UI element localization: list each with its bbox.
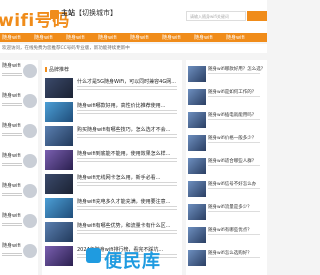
- side-article[interactable]: 随身wifi流量是多少？: [188, 202, 267, 224]
- station-icon: [50, 10, 59, 19]
- side-thumbnail[interactable]: [188, 181, 206, 197]
- article-title[interactable]: 随身wifi到底能不能用，使用效果怎么样...: [77, 150, 181, 157]
- side-title[interactable]: 随身wifi价格一般多少？: [208, 135, 266, 141]
- item-title: 随身wifi: [2, 93, 21, 99]
- article-title[interactable]: 什么才是5G随身WiFi，可以同时兼容4G网...: [77, 78, 181, 85]
- side-title[interactable]: 随身wifi插电就能用吗？: [208, 112, 266, 118]
- list-item[interactable]: 随身wifi: [2, 212, 37, 240]
- nav-item[interactable]: 随身wifi: [98, 34, 117, 41]
- main-nav: 随身wifi 随身wifi 随身wifi 随身wifi 随身wifi 随身wif…: [0, 33, 267, 42]
- search-button[interactable]: [247, 11, 267, 21]
- list-item[interactable]: 随身wifi: [2, 92, 37, 120]
- right-sidebar: 随身wifi哪款好用？怎么选？ 随身wifi是如何工作的？ 随身wifi插电就能…: [186, 60, 267, 275]
- article-item[interactable]: 随身wifi充电多久才能充满，使用要注意...: [45, 198, 181, 222]
- side-thumbnail[interactable]: [188, 204, 206, 220]
- left-sidebar: 随身wifi 随身wifi 随身wifi 随身wifi 随身wifi 随身wif…: [0, 60, 38, 275]
- nav-item[interactable]: 随身wifi: [162, 34, 181, 41]
- list-item[interactable]: 随身wifi: [2, 152, 37, 180]
- nav-item[interactable]: 随身wifi: [130, 34, 149, 41]
- nav-item[interactable]: 随身wifi: [34, 34, 53, 41]
- article-thumbnail[interactable]: [45, 246, 73, 266]
- avatar: [23, 124, 37, 138]
- item-title: 随身wifi: [2, 213, 21, 219]
- side-title[interactable]: 随身wifi信号不好怎么办: [208, 181, 266, 187]
- section-title: 品牌推荐: [45, 66, 69, 73]
- item-title: 随身wifi: [2, 153, 21, 159]
- item-title: 随身wifi: [2, 123, 21, 129]
- item-title: 随身wifi: [2, 243, 21, 249]
- station-label: 主站: [61, 9, 75, 17]
- article-thumbnail[interactable]: [45, 150, 73, 170]
- article-title[interactable]: 随身wifi有哪些优势，和流量卡有什么区...: [77, 222, 181, 229]
- article-thumbnail[interactable]: [45, 78, 73, 98]
- article-title[interactable]: 随身wifi哪款好用，高性价比推荐使用...: [77, 102, 181, 109]
- article-list: 品牌推荐 什么才是5G随身WiFi，可以同时兼容4G网... 随身wifi哪款好…: [42, 60, 182, 275]
- list-item[interactable]: 随身wifi: [2, 242, 37, 270]
- article-thumbnail[interactable]: [45, 126, 73, 146]
- side-article[interactable]: 随身wifi是如何工作的？: [188, 87, 267, 109]
- side-title[interactable]: 随身wifi怎么选购好？: [208, 250, 266, 256]
- item-title: 随身wifi: [2, 63, 21, 69]
- side-thumbnail[interactable]: [188, 66, 206, 82]
- side-thumbnail[interactable]: [188, 158, 206, 174]
- article-item[interactable]: 随身wifi有哪些优势，和流量卡有什么区...: [45, 222, 181, 246]
- side-title[interactable]: 随身wifi有哪些优点？: [208, 227, 266, 233]
- nav-item[interactable]: 随身wifi: [66, 34, 85, 41]
- article-item[interactable]: 随身wifi无线网卡怎么用，新手必看...: [45, 174, 181, 198]
- article-item[interactable]: 购买随身wifi有哪些技巧，怎么选才不会...: [45, 126, 181, 150]
- side-title[interactable]: 随身wifi是如何工作的？: [208, 89, 266, 95]
- search-input[interactable]: 请输入随身wifi关键词: [186, 11, 246, 21]
- site-logo[interactable]: wifi号码: [0, 6, 70, 31]
- avatar: [23, 154, 37, 168]
- watermark-icon: [86, 248, 101, 263]
- side-article[interactable]: 随身wifi怎么选购好？: [188, 248, 267, 270]
- side-thumbnail[interactable]: [188, 89, 206, 105]
- list-item[interactable]: 随身wifi: [2, 182, 37, 210]
- side-article[interactable]: 随身wifi价格一般多少？: [188, 133, 267, 155]
- article-item[interactable]: 随身wifi到底能不能用，使用效果怎么样...: [45, 150, 181, 174]
- item-title: 随身wifi: [2, 183, 21, 189]
- avatar: [23, 64, 37, 78]
- article-title[interactable]: 随身wifi无线网卡怎么用，新手必看...: [77, 174, 181, 181]
- nav-item[interactable]: 随身wifi: [226, 34, 245, 41]
- avatar: [23, 214, 37, 228]
- article-title[interactable]: 购买随身wifi有哪些技巧，怎么选才不会...: [77, 126, 181, 133]
- switch-city-link[interactable]: 【切换城市】: [75, 9, 117, 17]
- article-item[interactable]: 什么才是5G随身WiFi，可以同时兼容4G网...: [45, 78, 181, 102]
- city-switch[interactable]: 主站【切换城市】: [61, 8, 117, 18]
- side-thumbnail[interactable]: [188, 135, 206, 151]
- article-thumbnail[interactable]: [45, 198, 73, 218]
- side-article[interactable]: 随身wifi哪款好用？怎么选？: [188, 64, 267, 86]
- side-thumbnail[interactable]: [188, 250, 206, 266]
- side-title[interactable]: 随身wifi适合哪些人群？: [208, 158, 266, 164]
- avatar: [23, 184, 37, 198]
- avatar: [23, 94, 37, 108]
- list-item[interactable]: 随身wifi: [2, 62, 37, 90]
- article-item[interactable]: 随身wifi哪款好用，高性价比推荐使用...: [45, 102, 181, 126]
- notice-bar: 欢迎访问，在线免费为您推荐CC号码专业版，新功能持续更新中: [0, 44, 267, 53]
- article-thumbnail[interactable]: [45, 102, 73, 122]
- side-article[interactable]: 随身wifi插电就能用吗？: [188, 110, 267, 132]
- list-item[interactable]: 随身wifi: [2, 122, 37, 150]
- article-thumbnail[interactable]: [45, 174, 73, 194]
- side-title[interactable]: 随身wifi哪款好用？怎么选？: [208, 66, 266, 72]
- side-title[interactable]: 随身wifi流量是多少？: [208, 204, 266, 210]
- top-header: wifi号码 主站【切换城市】 请输入随身wifi关键词: [0, 0, 267, 33]
- side-article[interactable]: 随身wifi有哪些优点？: [188, 225, 267, 247]
- side-thumbnail[interactable]: [188, 112, 206, 128]
- nav-item[interactable]: 随身wifi: [2, 34, 21, 41]
- side-article[interactable]: 随身wifi适合哪些人群？: [188, 156, 267, 178]
- article-thumbnail[interactable]: [45, 222, 73, 242]
- avatar: [23, 244, 37, 258]
- side-thumbnail[interactable]: [188, 227, 206, 243]
- article-title[interactable]: 随身wifi充电多久才能充满，使用要注意...: [77, 198, 181, 205]
- side-article[interactable]: 随身wifi信号不好怎么办: [188, 179, 267, 201]
- watermark-text: 便民库: [104, 251, 161, 272]
- nav-item[interactable]: 随身wifi: [194, 34, 213, 41]
